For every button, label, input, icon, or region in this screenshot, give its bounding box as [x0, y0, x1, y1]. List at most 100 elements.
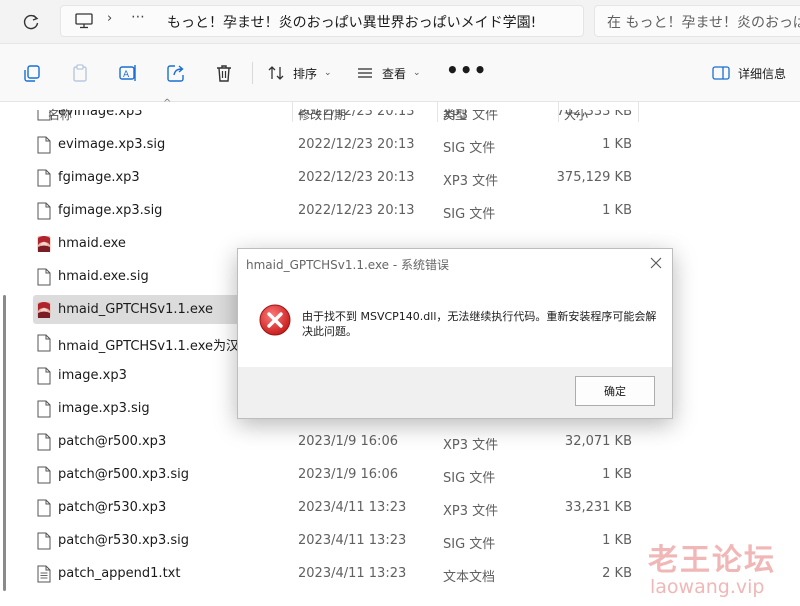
delete-icon[interactable]	[214, 63, 234, 83]
breadcrumb-current-folder[interactable]: もっと！孕ませ！炎のおっぱい異世界おっぱいメイド学園!	[167, 12, 536, 32]
file-size: 1 KB	[602, 467, 632, 482]
file-name: patch_append1.txt	[58, 566, 181, 581]
breadcrumb[interactable]: › ⋯ もっと！孕ませ！炎のおっぱい異世界おっぱいメイド学園!	[60, 5, 584, 37]
rename-icon[interactable]: A	[118, 63, 138, 83]
file-name: hmaid_GPTCHSv1.1.exe	[58, 302, 213, 317]
file-icon	[37, 169, 51, 187]
column-name[interactable]: 名称	[48, 106, 72, 123]
dialog-footer: 确定	[238, 367, 672, 418]
file-type: 文本文档	[443, 570, 496, 585]
view-button[interactable]: 查看 ⌄	[356, 62, 421, 84]
column-size[interactable]: 大小	[564, 106, 588, 123]
file-type: XP3 文件	[443, 438, 499, 453]
file-icon	[37, 334, 51, 352]
file-modified-date: 2023/4/11 13:23	[298, 500, 407, 515]
file-size: 33,231 KB	[564, 500, 632, 515]
file-name: hmaid.exe.sig	[58, 269, 149, 284]
file-icon	[37, 367, 51, 385]
toolbar-divider	[252, 62, 253, 84]
dialog-message: 由于找不到 MSVCP140.dll，无法继续执行代码。重新安装程序可能会解决此…	[302, 310, 657, 338]
dialog-close-button[interactable]	[646, 253, 666, 273]
chevron-down-icon: ⌄	[324, 68, 332, 78]
file-name: fgimage.xp3.sig	[58, 203, 163, 218]
file-row[interactable]: patch@r500.xp3 2023/1/9 16:06 XP3 文件 32,071…	[0, 425, 800, 458]
view-label: 查看	[382, 66, 407, 81]
file-name: evimage.xp3.sig	[58, 137, 166, 152]
breadcrumb-chevron-icon[interactable]: ›	[107, 11, 112, 26]
search-placeholder: 在 もっと！孕ませ！炎のおっぱい異世界	[607, 15, 800, 31]
breadcrumb-more-button[interactable]: ⋯	[131, 9, 146, 25]
file-modified-date: 2022/12/23 20:13	[298, 170, 415, 185]
file-icon	[37, 499, 51, 517]
file-type: SIG 文件	[443, 141, 496, 156]
file-icon	[37, 532, 51, 550]
file-row[interactable]: patch@r530.xp3 2023/4/11 13:23 XP3 文件 33,23…	[0, 491, 800, 524]
file-row[interactable]: evimage.xp3.sig 2022/12/23 20:13 SIG 文件 1 K…	[0, 128, 800, 161]
column-date[interactable]: 修改日期	[298, 106, 346, 123]
chevron-down-icon: ⌄	[413, 68, 421, 78]
file-icon	[37, 202, 51, 220]
address-bar: › ⋯ もっと！孕ませ！炎のおっぱい異世界おっぱいメイド学園! 在 もっと！孕ま…	[0, 0, 800, 44]
file-size: 1 KB	[602, 203, 632, 218]
text-file-icon	[37, 565, 51, 583]
file-type: XP3 文件	[443, 174, 499, 189]
details-pane-icon	[712, 66, 730, 80]
file-name: hmaid.exe	[58, 236, 126, 251]
file-icon	[37, 136, 51, 154]
file-row[interactable]: fgimage.xp3.sig 2022/12/23 20:13 SIG 文件 1 K…	[0, 194, 800, 227]
file-icon	[37, 433, 51, 451]
this-pc-icon	[75, 13, 93, 29]
copy-icon[interactable]	[22, 63, 42, 83]
app-icon	[37, 302, 51, 318]
file-type: SIG 文件	[443, 537, 496, 552]
file-name: fgimage.xp3	[58, 170, 140, 185]
vertical-scrollbar[interactable]	[3, 295, 6, 591]
column-divider[interactable]	[437, 102, 438, 122]
details-pane-button[interactable]: 详细信息	[712, 62, 786, 84]
file-name: patch@r530.xp3.sig	[58, 533, 189, 548]
svg-text:A: A	[123, 70, 130, 80]
command-bar: A 排序 ⌄ 查看 ⌄ ••• 详细信息	[0, 44, 800, 102]
search-input[interactable]: 在 もっと！孕ませ！炎のおっぱい異世界	[594, 5, 800, 37]
file-row[interactable]: fgimage.xp3 2022/12/23 20:13 XP3 文件 375,129…	[0, 161, 800, 194]
app-icon	[37, 236, 51, 252]
file-row[interactable]: patch@r500.xp3.sig 2023/1/9 16:06 SIG 文件 1 …	[0, 458, 800, 491]
sort-icon	[268, 66, 284, 80]
sort-ascending-icon: ^	[163, 98, 172, 109]
sort-button[interactable]: 排序 ⌄	[267, 62, 332, 84]
file-modified-date: 2023/4/11 13:23	[298, 533, 407, 548]
file-modified-date: 2022/12/23 20:13	[298, 203, 415, 218]
file-size: 2 KB	[602, 566, 632, 581]
file-icon	[37, 466, 51, 484]
share-icon[interactable]	[166, 63, 186, 83]
watermark-title: 老王论坛	[648, 543, 776, 578]
file-name: patch@r500.xp3.sig	[58, 467, 189, 482]
view-icon	[358, 68, 372, 78]
file-name: image.xp3.sig	[58, 401, 150, 416]
sort-label: 排序	[293, 66, 318, 81]
column-type[interactable]: 类型	[443, 106, 467, 123]
more-options-button[interactable]: •••	[446, 58, 487, 82]
file-size: 1 KB	[602, 533, 632, 548]
file-name: image.xp3	[58, 368, 127, 383]
error-icon	[259, 304, 291, 336]
file-modified-date: 2022/12/23 20:13	[298, 137, 415, 152]
file-modified-date: 2023/1/9 16:06	[298, 467, 398, 482]
file-modified-date: 2023/4/11 13:23	[298, 566, 407, 581]
dialog-title: hmaid_GPTCHSv1.1.exe - 系统错误	[246, 258, 450, 272]
file-type: XP3 文件	[443, 504, 499, 519]
column-divider[interactable]	[638, 102, 639, 122]
file-icon	[37, 268, 51, 286]
paste-icon[interactable]	[70, 63, 90, 83]
file-size: 375,129 KB	[556, 170, 632, 185]
column-divider[interactable]	[558, 102, 559, 122]
file-type: SIG 文件	[443, 471, 496, 486]
file-name: hmaid_GPTCHSv1.1.exe为汉化版	[58, 339, 265, 354]
file-name: patch@r530.xp3	[58, 500, 167, 515]
column-divider[interactable]	[292, 102, 293, 122]
ok-button[interactable]: 确定	[575, 376, 655, 406]
file-name: patch@r500.xp3	[58, 434, 167, 449]
refresh-icon[interactable]	[20, 11, 42, 33]
file-modified-date: 2023/1/9 16:06	[298, 434, 398, 449]
watermark-url: laowang.vip	[650, 576, 765, 598]
